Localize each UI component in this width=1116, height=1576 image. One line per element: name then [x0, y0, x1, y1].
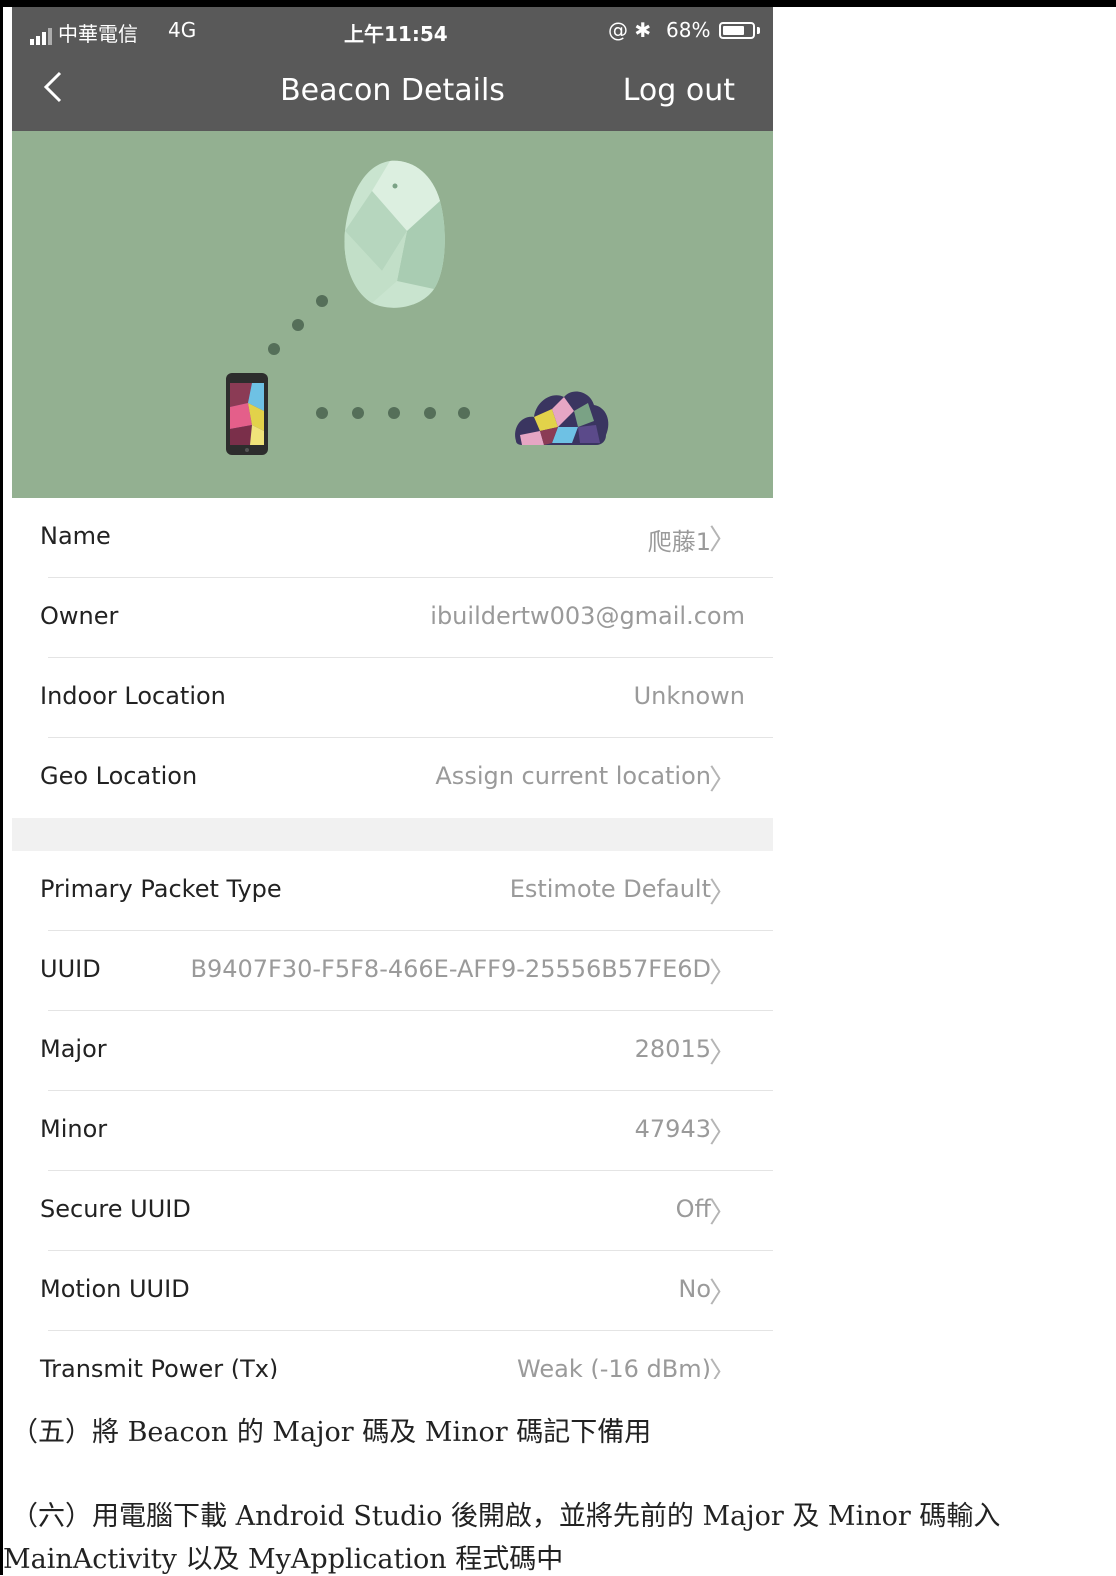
row-label: Minor — [40, 1115, 108, 1143]
diagonal-dots — [268, 295, 328, 355]
row-value: Assign current location — [435, 762, 711, 790]
row-label: Secure UUID — [40, 1195, 191, 1223]
status-time: 上午11:54 — [344, 22, 448, 46]
row-owner: Owner ibuildertw003@gmail.com — [12, 578, 773, 658]
row-value: 47943 — [634, 1115, 711, 1143]
row-value: 爬藤1 — [647, 528, 711, 556]
battery-nub — [757, 27, 760, 34]
phone-screenshot: 中華電信 4G 上午11:54 @ ✱ 68% Beacon Details L… — [12, 7, 773, 1379]
row-motion-uuid[interactable]: Motion UUID No 〉 — [12, 1251, 773, 1331]
row-value: B9407F30-F5F8-466E-AFF9-25556B57FE6D — [190, 955, 712, 983]
row-name[interactable]: Name 爬藤1 〉 — [12, 498, 773, 578]
page-frame-left — [0, 0, 3, 1575]
row-indoor-location: Indoor Location Unknown — [12, 658, 773, 738]
row-value: No — [678, 1275, 711, 1303]
row-value: 28015 — [634, 1035, 711, 1063]
row-minor[interactable]: Minor 47943 〉 — [12, 1091, 773, 1171]
row-label: Motion UUID — [40, 1275, 190, 1303]
instruction-step-6-line-2: MainActivity 以及 MyApplication 程式碼中 — [3, 1544, 564, 1575]
horizontal-dots — [316, 407, 470, 419]
chevron-right-icon: 〉 — [708, 523, 737, 556]
row-label: Geo Location — [40, 762, 198, 790]
chevron-right-icon: 〉 — [708, 956, 737, 989]
chevron-right-icon: 〉 — [708, 763, 737, 796]
row-value: Estimote Default — [509, 875, 711, 903]
page-frame-top — [0, 0, 1116, 7]
row-major[interactable]: Major 28015 〉 — [12, 1011, 773, 1091]
logout-button[interactable]: Log out — [623, 73, 735, 108]
chevron-right-icon: 〉 — [708, 1036, 737, 1069]
beacon-icon — [344, 160, 445, 308]
chevron-right-icon: 〉 — [708, 1276, 737, 1309]
chevron-right-icon: 〉 — [708, 1356, 737, 1379]
nav-bar: Beacon Details Log out — [12, 55, 773, 131]
row-label: Indoor Location — [40, 682, 226, 710]
carrier-name: 中華電信 — [58, 22, 138, 46]
row-label: UUID — [40, 955, 101, 983]
row-uuid[interactable]: UUID B9407F30-F5F8-466E-AFF9-25556B57FE6… — [12, 931, 773, 1011]
row-label: Owner — [40, 602, 119, 630]
row-secure-uuid[interactable]: Secure UUID Off 〉 — [12, 1171, 773, 1251]
row-label: Major — [40, 1035, 107, 1063]
row-primary-packet-type[interactable]: Primary Packet Type Estimote Default 〉 — [12, 851, 773, 931]
row-transmit-power[interactable]: Transmit Power (Tx) Weak (-16 dBm) 〉 — [12, 1331, 773, 1379]
row-label: Transmit Power (Tx) — [40, 1355, 279, 1379]
row-label: Name — [40, 522, 111, 550]
row-label: Primary Packet Type — [40, 875, 282, 903]
hero-illustration — [12, 131, 773, 498]
instruction-step-5: （五）將 Beacon 的 Major 碼及 Minor 碼記下備用 — [11, 1417, 652, 1448]
chevron-right-icon: 〉 — [708, 876, 737, 909]
row-value: ibuildertw003@gmail.com — [430, 602, 745, 630]
battery-icon — [719, 22, 755, 39]
signal-icon — [30, 21, 54, 45]
row-geo-location[interactable]: Geo Location Assign current location 〉 — [12, 738, 773, 818]
phone-icon — [226, 373, 268, 455]
section-separator — [12, 818, 773, 851]
cloud-icon — [515, 391, 609, 445]
row-value: Weak (-16 dBm) — [517, 1355, 711, 1379]
status-bar: 中華電信 4G 上午11:54 @ ✱ 68% — [12, 7, 773, 55]
status-icons: @ ✱ — [608, 18, 652, 42]
details-list: Name 爬藤1 〉 Owner ibuildertw003@gmail.com… — [12, 498, 773, 1379]
row-value: Unknown — [633, 682, 745, 710]
chevron-right-icon: 〉 — [708, 1196, 737, 1229]
chevron-right-icon: 〉 — [708, 1116, 737, 1149]
network-type: 4G — [168, 18, 197, 42]
instruction-step-6-line-1: （六）用電腦下載 Android Studio 後開啟，並將先前的 Major … — [11, 1501, 1001, 1532]
battery-percentage: 68% — [666, 18, 711, 42]
row-value: Off — [675, 1195, 711, 1223]
